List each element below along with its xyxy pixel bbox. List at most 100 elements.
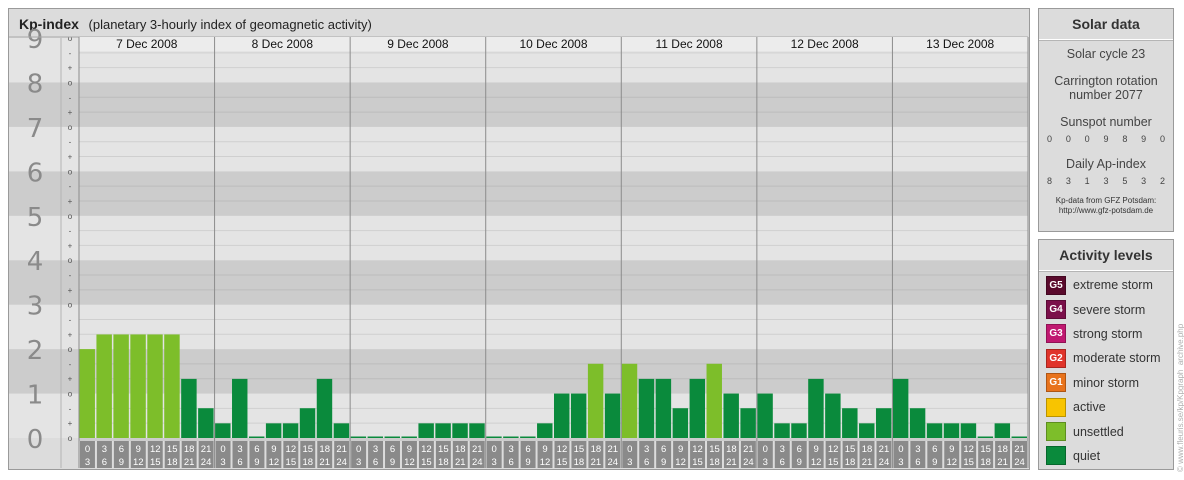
interval-start-label: 15 bbox=[302, 444, 313, 455]
interval-start-label: 18 bbox=[997, 444, 1008, 455]
interval-start-label: 6 bbox=[525, 444, 530, 455]
sunspot-label: Sunspot number bbox=[1060, 115, 1152, 129]
interval-start-label: 9 bbox=[407, 444, 412, 455]
kp-bar bbox=[604, 393, 621, 438]
y-minor-tick: - bbox=[69, 315, 72, 324]
y-tick-label: 8 bbox=[27, 69, 44, 99]
kp-bar bbox=[1011, 436, 1027, 438]
carrington-line-2: number 2077 bbox=[1069, 88, 1143, 102]
interval-end-label: 24 bbox=[201, 457, 212, 468]
y-minor-tick: o bbox=[68, 123, 73, 132]
interval-end-label: 6 bbox=[102, 457, 107, 468]
kp-bar bbox=[638, 378, 655, 438]
interval-start-label: 21 bbox=[472, 444, 483, 455]
kp-bar bbox=[299, 408, 316, 438]
interval-end-label: 24 bbox=[608, 457, 619, 468]
interval-start-label: 18 bbox=[184, 444, 195, 455]
y-tick-label: 1 bbox=[27, 381, 44, 411]
y-minor-tick: o bbox=[68, 34, 73, 43]
kp-bar bbox=[316, 378, 333, 438]
y-minor-tick: o bbox=[68, 390, 73, 399]
kp-bar bbox=[164, 334, 180, 438]
y-minor-tick: + bbox=[68, 375, 73, 384]
activity-levels-legend: G5 extreme storm G4 severe storm G3 strong st… bbox=[1039, 271, 1173, 468]
interval-start-label: 21 bbox=[1014, 444, 1025, 455]
sunspot-digit-6: 0 bbox=[1159, 134, 1165, 144]
kp-plot: 0123456789o+-o+-o+-o+-o+-o+-o+-o+-o+-o 7 … bbox=[9, 25, 1029, 468]
interval-end-label: 6 bbox=[780, 457, 785, 468]
kp-bar bbox=[655, 378, 672, 438]
interval-end-label: 12 bbox=[133, 457, 144, 468]
y-minor-band bbox=[61, 82, 79, 127]
interval-end-label: 15 bbox=[286, 457, 297, 468]
kp-bar bbox=[909, 408, 926, 438]
y-band bbox=[79, 126, 1028, 172]
kp-bar bbox=[79, 349, 95, 438]
activity-level-label: active bbox=[1073, 400, 1106, 415]
interval-start-label: 6 bbox=[661, 444, 666, 455]
activity-levels-panel: Activity levels G5 extreme storm G4 severe … bbox=[1038, 239, 1174, 470]
interval-start-label: 18 bbox=[319, 444, 330, 455]
interval-start-label: 18 bbox=[591, 444, 602, 455]
day-label: 12 Dec 2008 bbox=[791, 37, 859, 51]
kp-bar bbox=[401, 436, 417, 438]
interval-start-label: 3 bbox=[915, 444, 920, 455]
interval-end-label: 9 bbox=[390, 457, 395, 468]
y-minor-tick: - bbox=[69, 227, 72, 236]
interval-end-label: 21 bbox=[591, 457, 602, 468]
kp-bar bbox=[672, 408, 689, 438]
kp-bar bbox=[757, 393, 773, 438]
y-minor-tick: - bbox=[69, 49, 72, 58]
solar-cycle: Solar cycle 23 bbox=[1066, 47, 1146, 61]
interval-end-label: 12 bbox=[404, 457, 415, 468]
y-minor-tick: - bbox=[69, 271, 72, 280]
interval-end-label: 18 bbox=[845, 457, 856, 468]
y-minor-band bbox=[61, 126, 79, 172]
sunspot-digit-0: 0 bbox=[1047, 134, 1053, 144]
activity-level-label: strong storm bbox=[1073, 326, 1143, 341]
sunspot-digit-2: 0 bbox=[1084, 134, 1090, 144]
credit-url[interactable]: http://www.gfz-potsdam.de bbox=[1039, 206, 1173, 216]
kp-bar bbox=[723, 393, 739, 438]
activity-swatch: G3 bbox=[1046, 324, 1066, 344]
y-minor-tick: + bbox=[68, 241, 73, 250]
interval-end-label: 12 bbox=[675, 457, 686, 468]
ap-index-values: 8 3 1 3 5 3 2 bbox=[1039, 176, 1173, 186]
ap-digit-0: 8 bbox=[1047, 176, 1053, 186]
y-minor-tick: + bbox=[68, 330, 73, 339]
ap-digit-1: 3 bbox=[1065, 176, 1071, 186]
y-minor-tick: - bbox=[69, 182, 72, 191]
interval-start-label: 21 bbox=[608, 444, 619, 455]
interval-start-label: 15 bbox=[167, 444, 178, 455]
kp-bar bbox=[469, 423, 485, 438]
kp-bar bbox=[452, 423, 468, 438]
credit-line-1: Kp-data from GFZ Potsdam: bbox=[1055, 196, 1157, 205]
kp-bar bbox=[808, 378, 824, 438]
y-tick-label: 7 bbox=[27, 114, 44, 144]
kp-bar bbox=[537, 423, 553, 438]
activity-level-extreme-storm: G5 extreme storm bbox=[1039, 273, 1173, 297]
activity-level-label: minor storm bbox=[1073, 375, 1139, 390]
interval-end-label: 3 bbox=[492, 457, 497, 468]
interval-end-label: 15 bbox=[692, 457, 703, 468]
interval-end-label: 12 bbox=[811, 457, 822, 468]
activity-level-label: moderate storm bbox=[1073, 351, 1161, 366]
interval-end-label: 9 bbox=[254, 457, 259, 468]
kp-bar bbox=[520, 436, 536, 438]
interval-start-label: 3 bbox=[102, 444, 107, 455]
interval-start-label: 15 bbox=[574, 444, 585, 455]
kp-bar bbox=[994, 423, 1011, 438]
activity-swatch bbox=[1046, 422, 1066, 442]
ap-digit-2: 1 bbox=[1084, 176, 1090, 186]
interval-start-label: 3 bbox=[373, 444, 378, 455]
activity-level-severe-storm: G4 severe storm bbox=[1039, 297, 1173, 321]
interval-start-label: 6 bbox=[119, 444, 124, 455]
y-minor-tick: + bbox=[68, 197, 73, 206]
activity-swatch: G4 bbox=[1046, 300, 1066, 320]
interval-end-label: 6 bbox=[644, 457, 649, 468]
interval-start-label: 9 bbox=[678, 444, 683, 455]
interval-start-label: 18 bbox=[726, 444, 737, 455]
y-minor-tick: o bbox=[68, 78, 73, 87]
y-minor-band bbox=[61, 304, 79, 350]
day-label: 9 Dec 2008 bbox=[387, 37, 449, 51]
